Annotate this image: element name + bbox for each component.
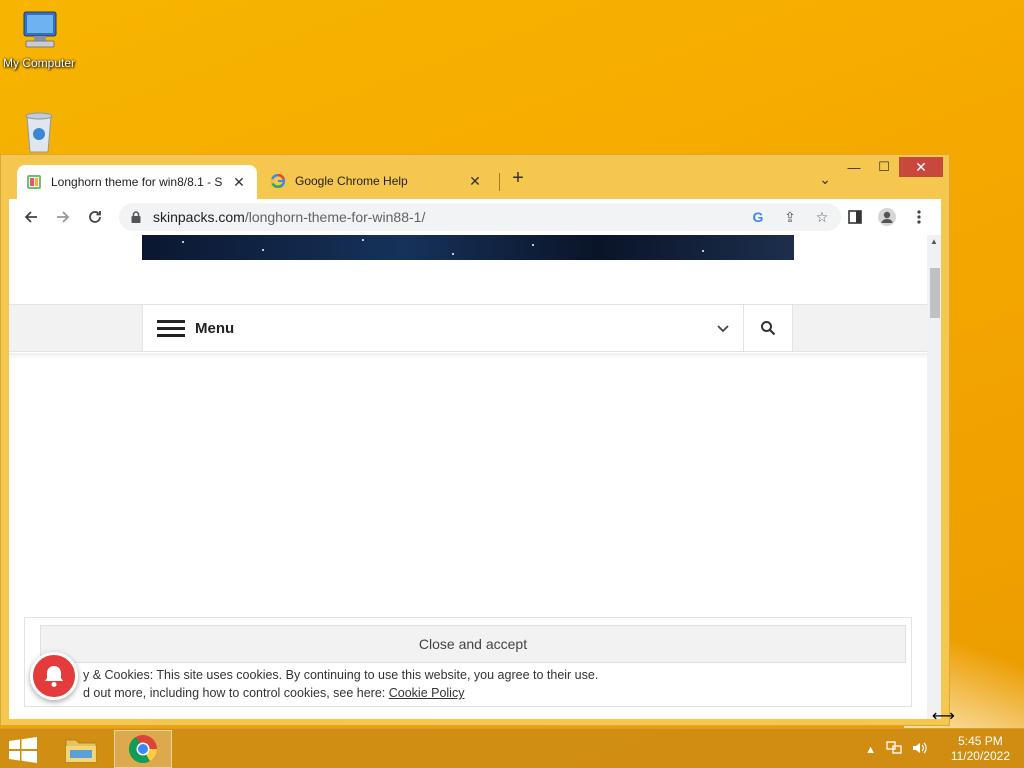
skinpacks-favicon [27,175,41,189]
bell-icon [45,666,63,687]
navbar-shadow [9,353,927,359]
reload-icon [89,211,101,223]
profile-avatar-icon [878,208,896,226]
desktop-icon-label: My Computer [2,56,76,70]
browser-toolbar: skinpacks.com/longhorn-theme-for-win88-1… [9,199,941,235]
close-and-accept-button[interactable]: Close and accept [40,625,906,663]
tab-title: Google Chrome Help [295,174,408,188]
clock-time: 5:45 PM [958,734,1003,748]
omnibox-actions: G ⇪ ☆ [745,209,835,226]
more-vertical-icon [917,210,921,224]
google-lens-icon[interactable]: G [745,209,771,226]
cookie-line-1: y & Cookies: This site uses cookies. By … [83,668,599,682]
folder-icon [65,739,97,763]
scrollbar-thumb[interactable] [930,268,940,318]
volume-icon[interactable] [912,741,928,758]
new-tab-button[interactable]: + [507,167,529,195]
side-panel-icon [848,210,862,224]
resize-cursor-icon: ⟷ [932,708,955,725]
clock-date: 11/20/2022 [950,749,1010,763]
chrome-menu-button[interactable] [903,201,935,233]
windows-start-icon[interactable] [8,737,38,763]
google-favicon [271,174,285,188]
scroll-up-arrow-icon[interactable]: ▲ [927,235,941,249]
lock-icon [131,211,141,223]
cookie-line-2: d out more, including how to control coo… [83,686,465,700]
url-path: /longhorn-theme-for-win88-1/ [244,209,426,225]
arrow-right-icon [57,211,70,223]
taskbar: ▲ 5:45 PM 11/20/2022 [0,728,1024,768]
notification-bell-button[interactable] [30,652,78,700]
tab-close-icon[interactable]: ✕ [231,174,247,191]
taskbar-file-explorer[interactable] [52,730,110,768]
menu-toggle[interactable]: Menu [142,305,744,351]
computer-icon [23,11,57,48]
cookie-notice-text: y & Cookies: This site uses cookies. By … [83,666,598,702]
url-text: skinpacks.com/longhorn-theme-for-win88-1… [153,209,745,225]
network-icon[interactable] [886,741,902,758]
tab-strip: Longhorn theme for win8/8.1 - S ✕ Google… [9,165,941,199]
toolbar-right [839,201,935,233]
desktop-icon-my-computer[interactable]: My Computer [0,8,78,70]
site-navbar: Menu [9,304,927,352]
system-tray: ▲ [865,741,928,758]
desktop-icon-recycle-bin[interactable] [0,110,78,156]
reload-button[interactable] [79,201,111,233]
site-search-button[interactable] [744,305,793,351]
forward-button[interactable] [47,201,79,233]
hamburger-icon [157,319,185,337]
chrome-window: — ☐ ✕ Longhorn theme for win8/8.1 - S ✕ … [0,154,950,726]
page-viewport: Menu Close and accept y & Cookies: This … [9,235,941,719]
vertical-scrollbar[interactable]: ▲ [927,235,941,719]
search-icon [761,321,776,336]
profile-button[interactable] [871,201,903,233]
tab-search-icon[interactable]: ⌄ [819,171,831,188]
recycle-bin-icon [25,112,53,153]
taskbar-clock[interactable]: 5:45 PM 11/20/2022 [951,734,1010,764]
bookmark-star-icon[interactable]: ☆ [809,209,835,226]
show-hidden-icons-icon[interactable]: ▲ [865,744,876,756]
back-button[interactable] [15,201,47,233]
chrome-icon [129,735,157,763]
chevron-down-icon [703,321,743,336]
address-bar[interactable]: skinpacks.com/longhorn-theme-for-win88-1… [119,203,841,231]
share-icon[interactable]: ⇪ [777,209,803,226]
tab-separator [499,173,500,191]
tab-title: Longhorn theme for win8/8.1 - S [51,175,223,189]
tab-chrome-help[interactable]: Google Chrome Help ✕ [261,165,493,197]
menu-label: Menu [195,319,235,337]
tab-longhorn-theme[interactable]: Longhorn theme for win8/8.1 - S ✕ [17,165,257,199]
taskbar-google-chrome[interactable] [114,730,172,768]
arrow-left-icon [24,211,37,223]
tab-close-icon[interactable]: ✕ [467,173,483,190]
cookie-banner: Close and accept y & Cookies: This site … [24,617,912,707]
url-domain: skinpacks.com [153,209,245,225]
cookie-policy-link[interactable]: Cookie Policy [389,686,465,700]
header-banner-image [142,235,794,260]
side-panel-button[interactable] [839,201,871,233]
